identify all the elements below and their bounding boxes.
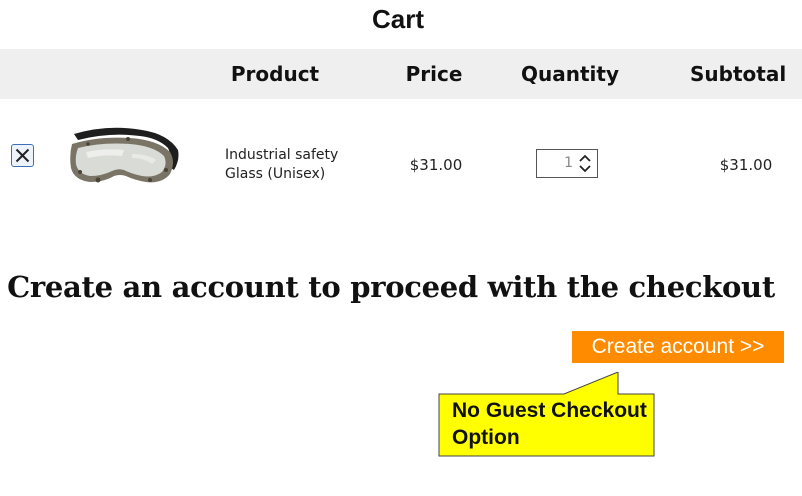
product-price: $31.00 xyxy=(409,156,463,174)
column-header-subtotal: Subtotal xyxy=(690,62,787,86)
quantity-stepper[interactable]: 1 xyxy=(536,149,598,178)
page-title: Cart xyxy=(371,4,424,34)
chevron-up-icon xyxy=(579,154,591,162)
stepper-arrows[interactable] xyxy=(577,151,593,176)
checkout-headline: Create an account to proceed with the ch… xyxy=(7,270,775,304)
cart-table-header: Product Price Quantity Subtotal xyxy=(0,49,802,99)
create-account-button[interactable]: Create account >> xyxy=(572,331,784,363)
annotation-callout: No Guest Checkout Option xyxy=(436,372,658,460)
cart-row: Industrial safety Glass (Unisex) $31.00 … xyxy=(0,100,802,230)
close-icon xyxy=(15,148,30,163)
remove-item-button[interactable] xyxy=(11,144,34,167)
product-subtotal: $31.00 xyxy=(719,156,773,174)
column-header-price: Price xyxy=(405,62,463,86)
column-header-quantity: Quantity xyxy=(521,62,619,86)
column-header-product: Product xyxy=(230,62,320,86)
chevron-down-icon xyxy=(579,165,591,173)
quantity-input[interactable]: 1 xyxy=(537,150,573,177)
product-name-link[interactable]: Industrial safety Glass (Unisex) xyxy=(225,146,365,184)
callout-text: No Guest Checkout Option xyxy=(452,399,647,449)
product-image-safety-goggles[interactable] xyxy=(68,126,182,190)
